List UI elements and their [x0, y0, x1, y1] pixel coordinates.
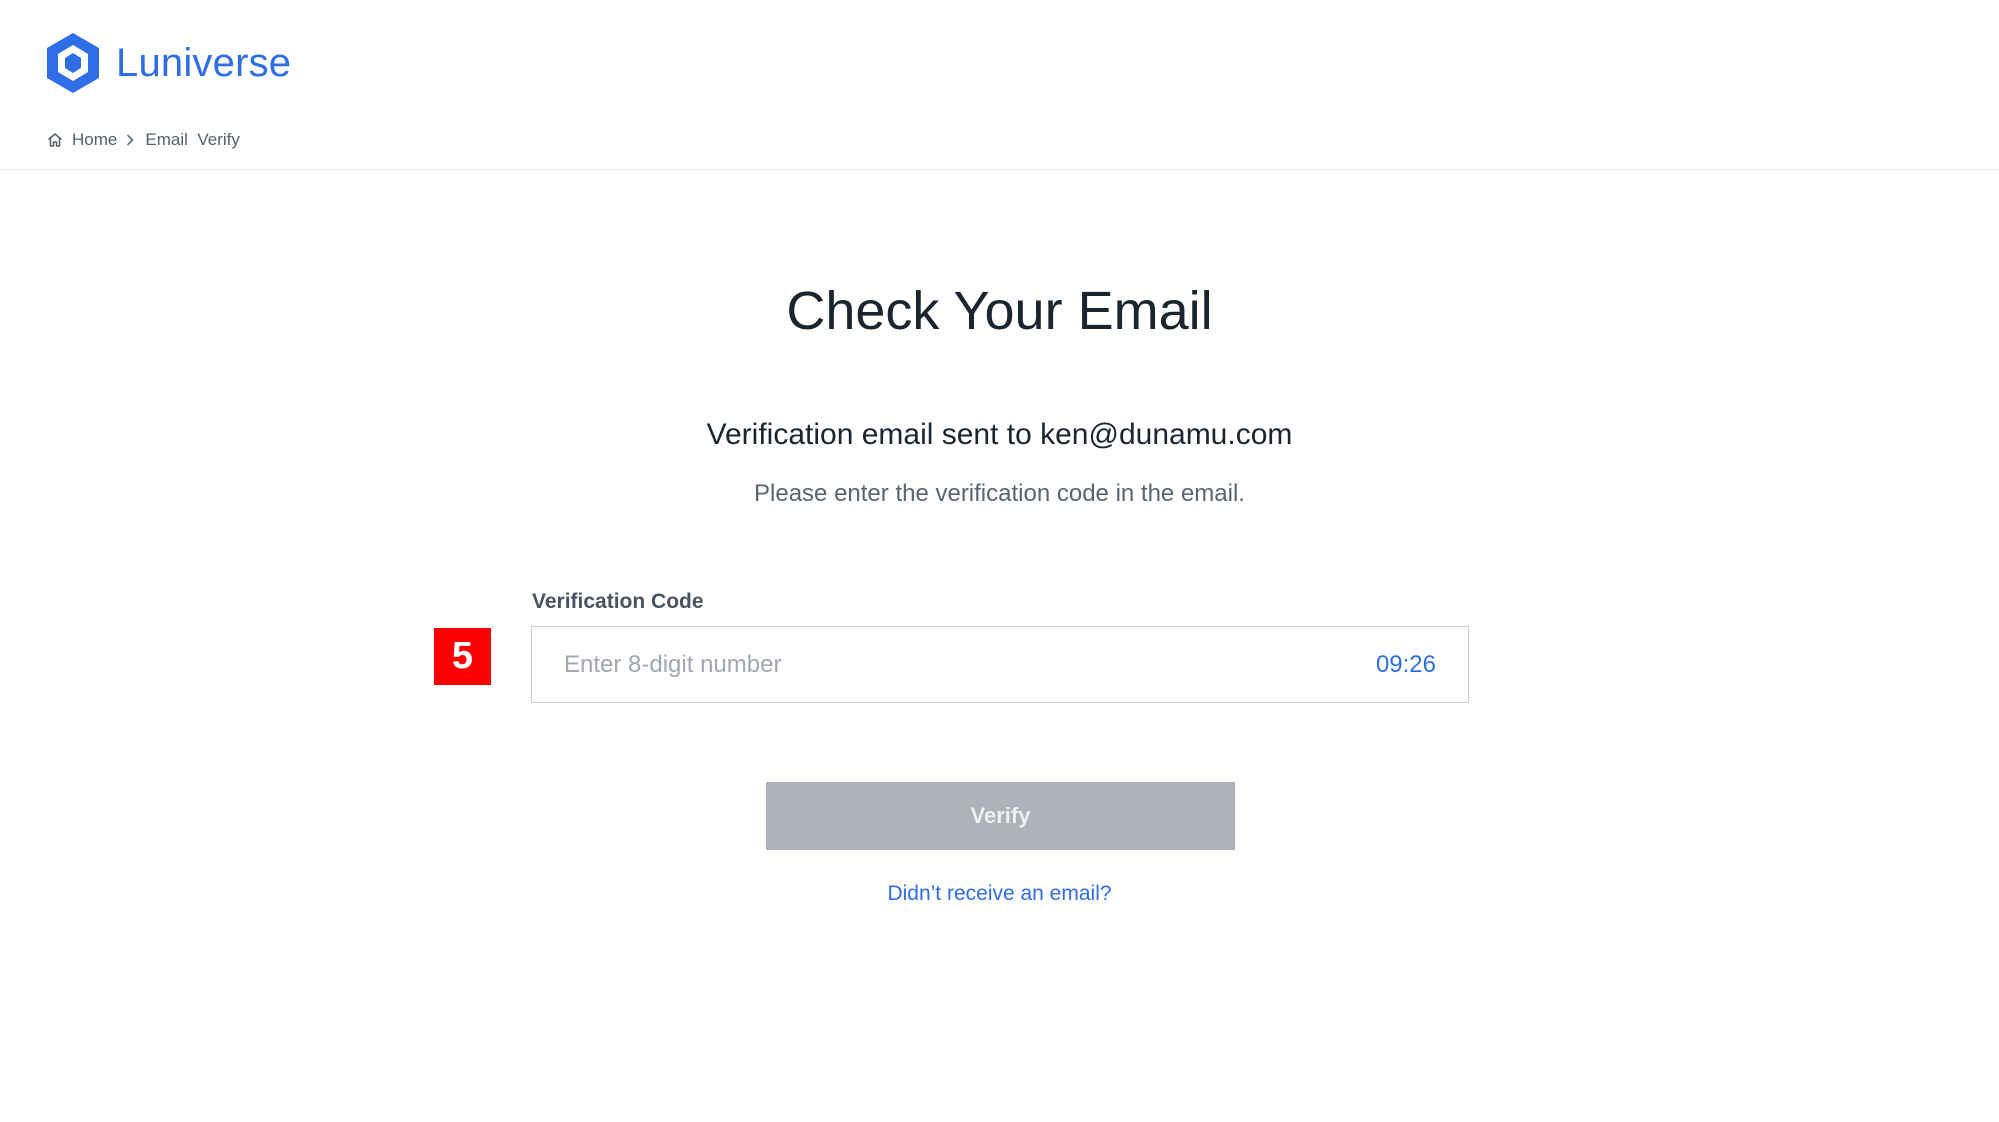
- breadcrumb-current: Email Verify: [145, 130, 240, 149]
- instruction-text: Please enter the verification code in th…: [754, 480, 1245, 507]
- page-title: Check Your Email: [786, 281, 1213, 341]
- logo-text: Luniverse: [116, 40, 292, 85]
- countdown-timer: 09:26: [1375, 650, 1436, 678]
- resend-link-row: Didn’t receive an email?: [0, 882, 1999, 906]
- chevron-right-icon: [127, 134, 134, 146]
- verify-button[interactable]: Verify: [766, 782, 1235, 850]
- luniverse-logo[interactable]: Luniverse: [44, 30, 291, 96]
- resend-email-link[interactable]: Didn’t receive an email?: [887, 882, 1111, 905]
- top-header: Luniverse Home Email Verify: [0, 0, 1999, 170]
- sent-to-message: Verification email sent to ken@dunamu.co…: [706, 418, 1293, 451]
- verification-code-field: 09:26: [531, 626, 1469, 703]
- home-icon: [48, 133, 62, 147]
- verification-code-input[interactable]: [532, 627, 1376, 702]
- step-badge: 5: [434, 628, 491, 685]
- luniverse-logo-icon: [47, 33, 99, 93]
- breadcrumb-home-link[interactable]: Home: [72, 130, 117, 150]
- verification-code-label: Verification Code: [532, 590, 704, 613]
- breadcrumb: Home Email Verify: [46, 128, 240, 152]
